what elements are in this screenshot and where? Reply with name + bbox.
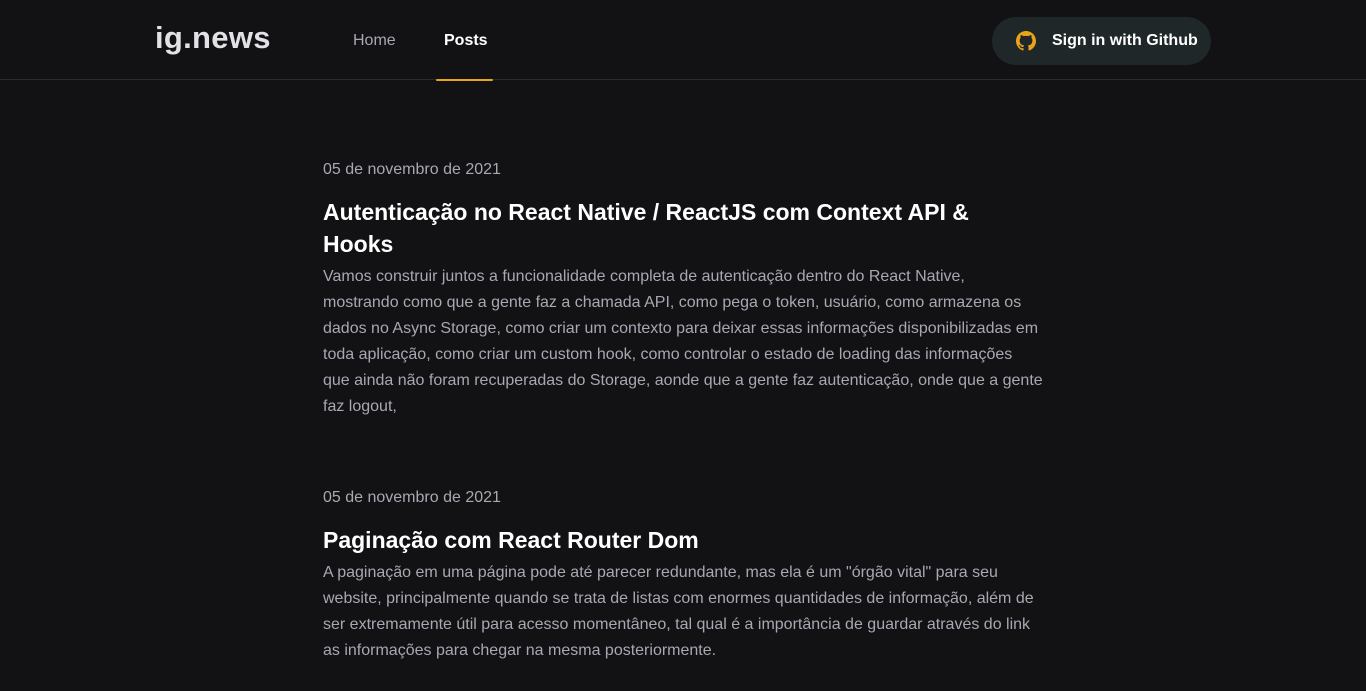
post-item[interactable]: 05 de novembro de 2021 Autenticação no R…	[323, 158, 1043, 420]
post-excerpt: Vamos construir juntos a funcionalidade …	[323, 268, 1043, 415]
post-title: Autenticação no React Native / ReactJS c…	[323, 199, 969, 257]
nav-home-link[interactable]: Home	[353, 31, 396, 51]
sign-in-label: Sign in with Github	[1052, 32, 1198, 49]
post-item[interactable]: 05 de novembro de 2021 Paginação com Rea…	[323, 486, 1043, 664]
posts-list: 05 de novembro de 2021 Autenticação no R…	[323, 158, 1043, 680]
sign-in-github-button[interactable]: Sign in with Github	[992, 17, 1211, 65]
header: ig.news Home Posts Sign in with Github	[0, 0, 1366, 81]
github-icon	[1016, 31, 1036, 51]
logo[interactable]: ig.news	[155, 20, 271, 56]
post-date: 05 de novembro de 2021	[323, 161, 501, 178]
active-nav-indicator	[436, 79, 493, 81]
post-excerpt: A paginação em uma página pode até parec…	[323, 564, 1034, 659]
post-date: 05 de novembro de 2021	[323, 489, 501, 506]
post-title: Paginação com React Router Dom	[323, 527, 699, 553]
nav-posts-link[interactable]: Posts	[444, 31, 488, 51]
